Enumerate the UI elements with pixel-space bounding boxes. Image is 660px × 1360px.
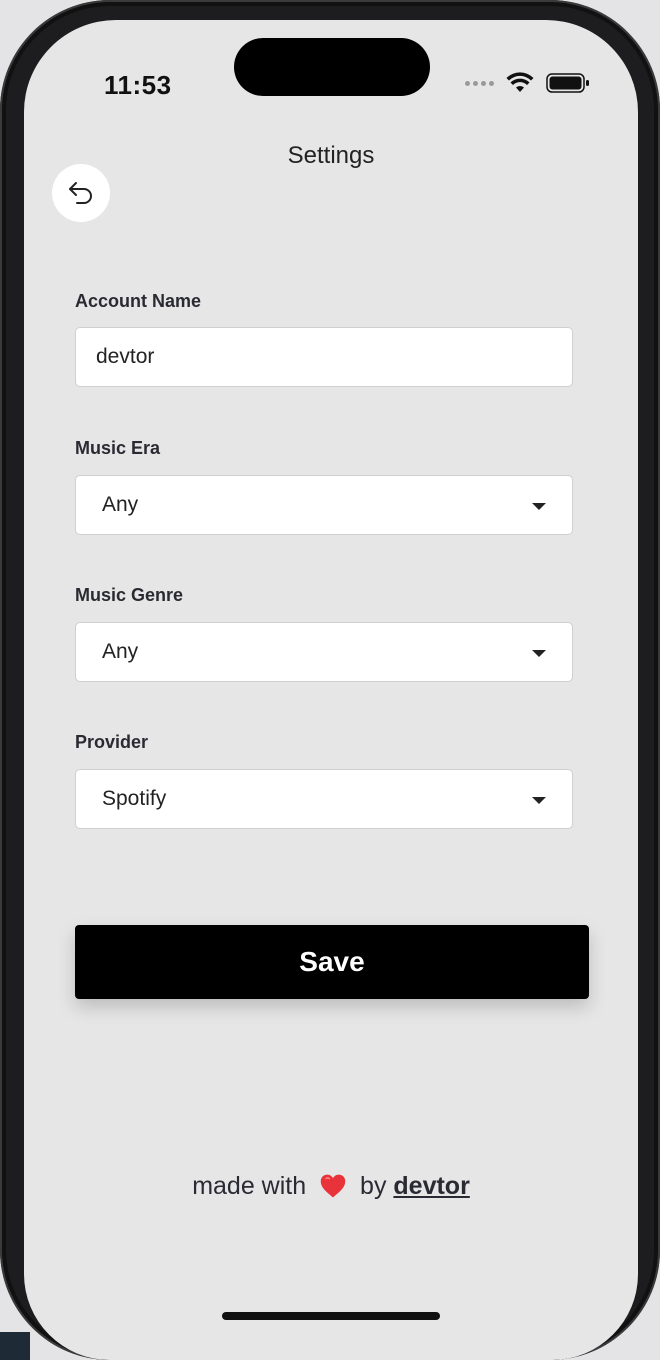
- save-button[interactable]: Save: [75, 925, 589, 999]
- music-genre-select[interactable]: Any: [75, 622, 573, 682]
- footer-credit: made with by devtor: [24, 1172, 638, 1201]
- music-era-select[interactable]: Any: [75, 475, 573, 535]
- battery-icon: [546, 73, 589, 93]
- footer-by: by: [360, 1172, 387, 1200]
- signal-dots-icon: [465, 80, 494, 86]
- account-name-value: devtor: [96, 345, 155, 368]
- footer-author-link[interactable]: devtor: [393, 1172, 469, 1200]
- provider-value: Spotify: [102, 787, 167, 810]
- status-time: 11:53: [104, 70, 172, 100]
- phone-frame: 11:53 Settings Account Name devtor Music…: [0, 0, 660, 1360]
- dynamic-island: [234, 38, 430, 96]
- account-name-label: Account Name: [75, 291, 202, 311]
- music-genre-label: Music Genre: [75, 585, 184, 605]
- chevron-down-icon: [532, 503, 546, 510]
- music-era-value: Any: [102, 493, 139, 516]
- music-genre-value: Any: [102, 640, 139, 663]
- page-title: Settings: [287, 142, 375, 169]
- undo-arrow-icon: [69, 182, 92, 204]
- desktop-corner: [0, 1332, 30, 1360]
- chevron-down-icon: [532, 650, 546, 657]
- provider-select[interactable]: Spotify: [75, 769, 573, 829]
- footer-prefix: made with: [192, 1172, 307, 1200]
- status-icons: [465, 72, 590, 94]
- home-indicator[interactable]: [222, 1312, 440, 1320]
- app-screen: 11:53 Settings Account Name devtor Music…: [24, 20, 638, 1360]
- chevron-down-icon: [532, 797, 546, 804]
- heart-icon: [320, 1174, 346, 1198]
- provider-label: Provider: [75, 732, 149, 752]
- account-name-input[interactable]: devtor: [75, 327, 573, 387]
- wifi-icon: [506, 72, 534, 92]
- music-era-label: Music Era: [75, 438, 161, 458]
- back-button[interactable]: [52, 164, 110, 222]
